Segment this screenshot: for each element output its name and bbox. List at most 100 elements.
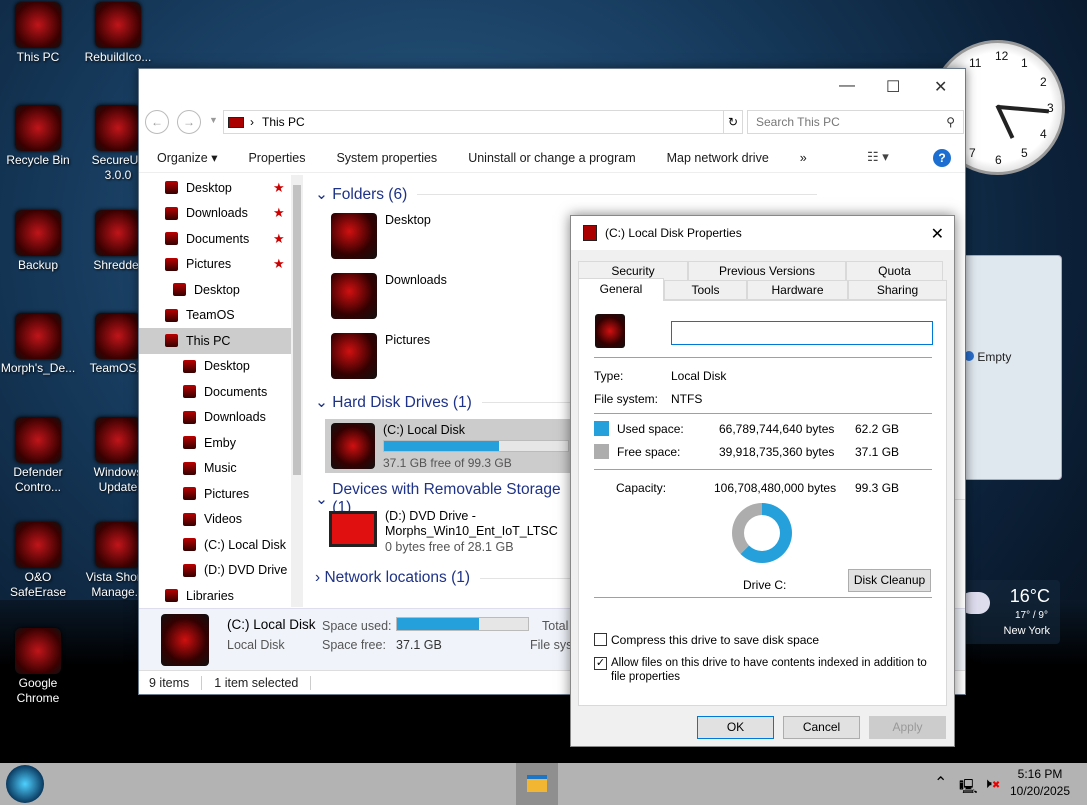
type-label: Type: [594, 369, 624, 383]
command-0[interactable]: Organize ▾ [157, 150, 217, 165]
recent-dropdown[interactable]: ▼ [209, 115, 218, 125]
folder-downloads[interactable]: Downloads [331, 273, 447, 319]
desktop-icon[interactable]: O&O SafeErase [0, 522, 76, 600]
used-label: Used space: [617, 422, 684, 436]
nav-item-label: (D:) DVD Drive - [204, 563, 295, 578]
tab-general[interactable]: General [578, 278, 664, 301]
ok-button[interactable]: OK [697, 716, 774, 739]
recycle-gadget-status: Empty [977, 350, 1012, 364]
cancel-button[interactable]: Cancel [783, 716, 860, 739]
folder-pictures[interactable]: Pictures [331, 333, 430, 379]
free-gb: 37.1 GB [855, 445, 900, 459]
nav-item-label: Downloads [186, 206, 248, 221]
group-folders[interactable]: ⌄ Folders (6) [315, 185, 817, 204]
desktop-icon[interactable]: This PC [0, 2, 76, 65]
nav-item[interactable]: Desktop [139, 277, 303, 303]
dialog-close-button[interactable]: ✕ [931, 224, 944, 244]
nav-item-label: Libraries [186, 588, 234, 603]
help-icon[interactable]: ? [933, 149, 951, 167]
nav-item-label: Documents [186, 231, 250, 246]
desktop-icon-image [15, 210, 61, 256]
tab-tools[interactable]: Tools [664, 280, 747, 300]
refresh-button[interactable]: ↻ [723, 110, 743, 134]
nav-item[interactable]: (D:) DVD Drive - [139, 558, 303, 584]
search-placeholder: Search This PC [756, 115, 840, 129]
nav-item-icon [165, 308, 178, 322]
fs-label: File system: [594, 392, 659, 406]
desktop-icon[interactable]: RebuildIco... [80, 2, 156, 65]
desktop-icon-image [95, 210, 141, 256]
nav-item[interactable]: Videos [139, 507, 303, 533]
taskbar-file-explorer[interactable] [516, 763, 558, 805]
desktop-icon[interactable]: Recycle Bin [0, 105, 76, 168]
view-options-icon[interactable]: ☷ ▾ [867, 149, 889, 165]
index-checkbox[interactable]: ✓ [594, 657, 607, 670]
tab-sharing[interactable]: Sharing [848, 280, 947, 300]
command-3[interactable]: Uninstall or change a program [468, 151, 635, 165]
back-button[interactable]: ← [145, 110, 169, 134]
nav-item[interactable]: Music [139, 456, 303, 482]
nav-item[interactable]: Desktop ★ [139, 175, 303, 201]
desktop-icon-label: Recycle Bin [6, 153, 70, 167]
nav-item[interactable]: Emby [139, 430, 303, 456]
drive-c-icon [331, 423, 375, 469]
free-color-swatch [594, 444, 609, 459]
clock-number: 2 [1040, 75, 1047, 89]
apply-button[interactable]: Apply [869, 716, 946, 739]
nav-scrollbar[interactable] [291, 175, 303, 607]
drive-label: Drive C: [743, 578, 787, 592]
command-2[interactable]: System properties [336, 151, 437, 165]
nav-item[interactable]: TeamOS [139, 303, 303, 329]
command-5[interactable]: » [800, 151, 807, 165]
clock-minute-hand [996, 104, 1049, 114]
nav-item[interactable]: This PC [139, 328, 303, 354]
volume-muted-icon[interactable]: 🕨✖ [983, 775, 1000, 792]
nav-item[interactable]: Documents [139, 379, 303, 405]
drive-name-input[interactable] [671, 321, 933, 345]
network-icon[interactable]: 🖳 [959, 776, 978, 800]
desktop-icon[interactable]: Defender Contro... [0, 417, 76, 495]
show-hidden-icons-button[interactable]: ⌃ [934, 773, 947, 793]
navigation-pane: Desktop ★ Downloads ★ Documents ★ Pictures ★ Des… [139, 175, 303, 607]
desktop-icon[interactable]: Morph's_De... [0, 313, 76, 376]
desktop-icon-label: Defender Contro... [13, 465, 63, 494]
status-items: 9 items [139, 676, 203, 690]
desktop-icon[interactable]: Google Chrome [0, 628, 76, 706]
start-button[interactable] [6, 765, 44, 803]
command-4[interactable]: Map network drive [667, 151, 769, 165]
nav-item[interactable]: Downloads ★ [139, 201, 303, 227]
nav-item[interactable]: Desktop [139, 354, 303, 380]
tab-hardware[interactable]: Hardware [747, 280, 848, 300]
nav-item-label: This PC [186, 333, 231, 348]
address-bar[interactable]: ›This PC ⌄ [223, 110, 743, 134]
nav-item[interactable]: (C:) Local Disk [139, 532, 303, 558]
desktop-icon[interactable]: Backup [0, 210, 76, 273]
nav-item[interactable]: Documents ★ [139, 226, 303, 252]
command-1[interactable]: Properties [248, 151, 305, 165]
desktop-icon-label: This PC [16, 50, 60, 64]
forward-button[interactable]: → [177, 110, 201, 134]
nav-item[interactable]: Pictures [139, 481, 303, 507]
drive-c-item[interactable]: (C:) Local Disk 37.1 GB free of 99.3 GB [325, 419, 575, 473]
tab-quota[interactable]: Quota [846, 261, 943, 281]
details-used-label: Space used: [322, 619, 392, 633]
folder-desktop[interactable]: Desktop [331, 213, 431, 259]
tab-previous-versions[interactable]: Previous Versions [688, 261, 846, 281]
disk-cleanup-button[interactable]: Disk Cleanup [848, 569, 931, 592]
nav-item[interactable]: Downloads [139, 405, 303, 431]
taskbar-clock[interactable]: 5:16 PM 10/20/2025 [1005, 767, 1075, 798]
nav-item[interactable]: Libraries [139, 583, 303, 607]
minimize-button[interactable]: — [839, 77, 855, 95]
pin-icon: ★ [273, 230, 285, 246]
nav-item[interactable]: Pictures ★ [139, 252, 303, 278]
this-pc-icon [228, 116, 244, 128]
fs-value: NTFS [671, 392, 703, 406]
usage-donut-chart [732, 503, 792, 563]
free-label: Free space: [617, 445, 681, 459]
search-input[interactable]: Search This PC ⚲ [747, 110, 964, 134]
close-button[interactable]: ✕ [934, 77, 947, 97]
maximize-button[interactable]: ☐ [886, 77, 900, 97]
compress-checkbox[interactable] [594, 633, 607, 646]
compress-label: Compress this drive to save disk space [611, 633, 820, 647]
weather-temp: 16°C [1009, 586, 1050, 606]
